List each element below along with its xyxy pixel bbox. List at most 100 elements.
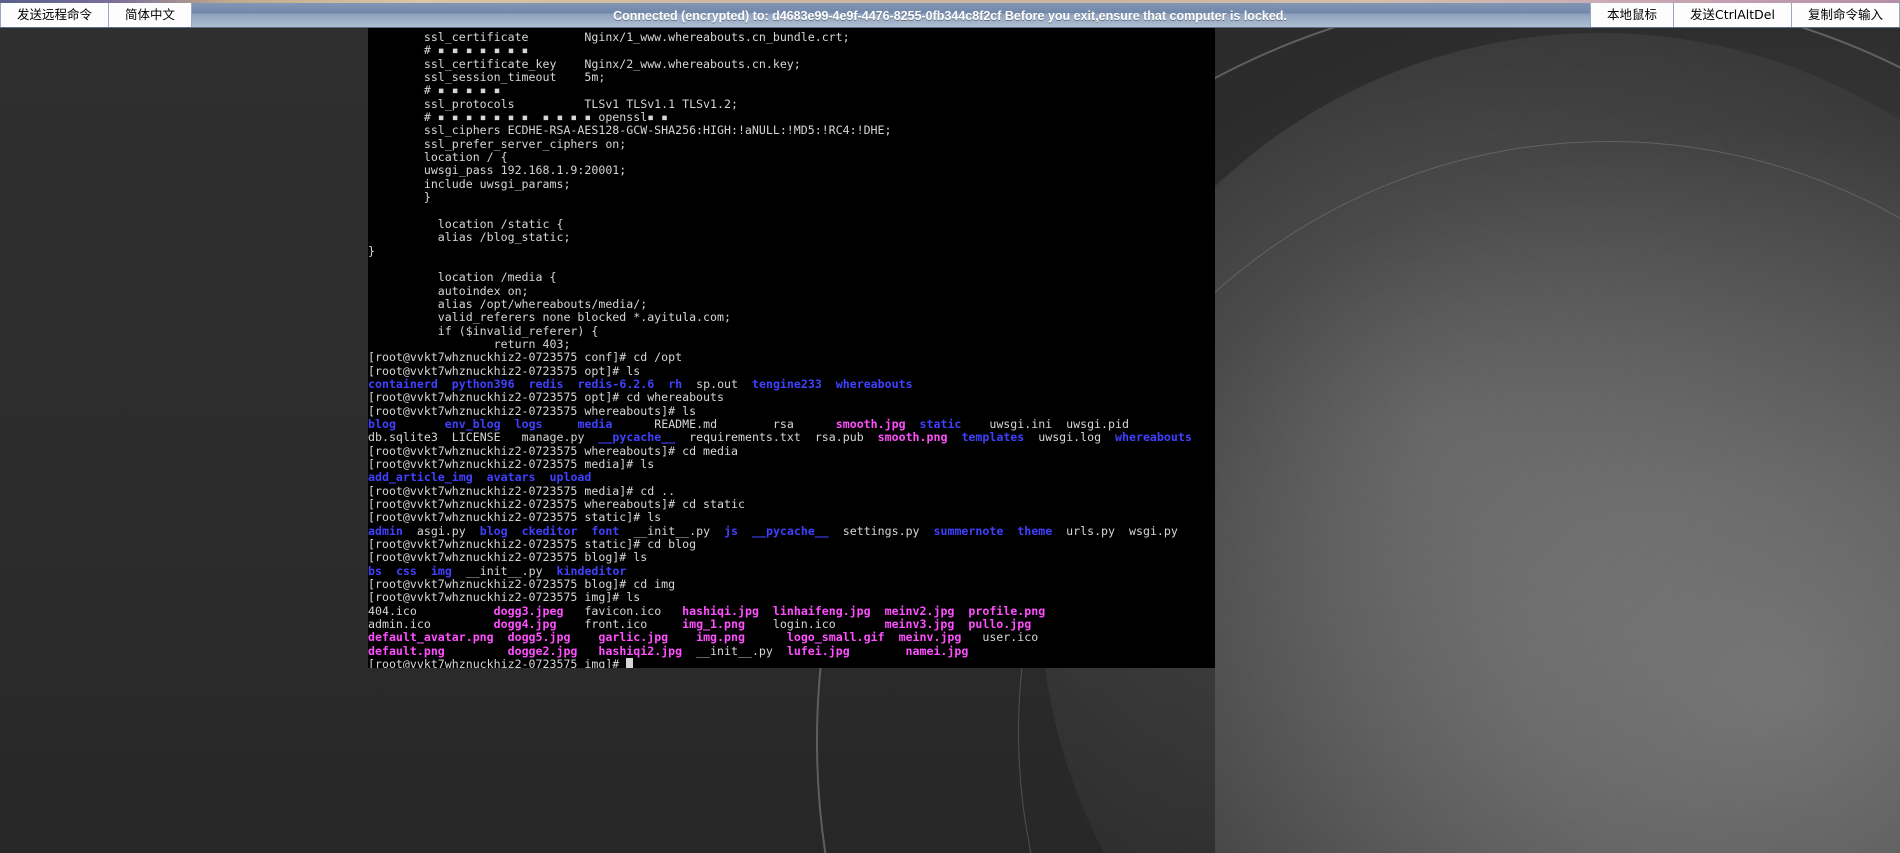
- directory-name: ckeditor: [521, 523, 578, 538]
- terminal-text: [root@vvkt7whznuckhiz2-0723575 whereabou…: [368, 443, 738, 458]
- terminal-text: login.ico: [772, 617, 836, 632]
- terminal-text: location /static {: [368, 216, 564, 231]
- terminal-text: uwsgi.pid: [1066, 416, 1129, 431]
- terminal-text: manage.py: [521, 430, 585, 445]
- toolbar-right-group: 本地鼠标 发送CtrlAltDel 复制命令输入: [1590, 0, 1900, 27]
- terminal-text: __init__.py: [696, 643, 773, 658]
- terminal-text: if ($invalid_referer) {: [368, 323, 599, 338]
- terminal-text: __init__.py: [465, 563, 543, 578]
- terminal-text: [root@vvkt7whznuckhiz2-0723575 img]#: [368, 657, 627, 668]
- terminal-text: # ▪ ▪ ▪ ▪ ▪ ▪ ▪: [368, 43, 529, 58]
- directory-name: summernote: [933, 523, 1004, 538]
- terminal-line: alias /opt/whereabouts/media/;: [368, 297, 1215, 311]
- directory-name: css: [395, 563, 417, 578]
- remote-session-toolbar: 发送远程命令 简体中文 Connected (encrypted) to: d4…: [0, 0, 1900, 28]
- terminal-text: admin.ico: [368, 617, 431, 632]
- image-file-name: logo_small.gif: [786, 630, 885, 645]
- terminal-line: uwsgi_pass 192.168.1.9:20001;: [368, 164, 1215, 177]
- terminal-window[interactable]: ssl_certificate Nginx/1_www.whereabouts.…: [368, 28, 1215, 668]
- image-file-name: dogg3.jpeg: [493, 603, 564, 618]
- directory-name: python396: [451, 376, 515, 391]
- terminal-text: [root@vvkt7whznuckhiz2-0723575 blog]# ls: [368, 550, 648, 565]
- terminal-text: asgi.py: [416, 523, 466, 538]
- directory-name: kindeditor: [556, 563, 627, 578]
- terminal-text: 404.ico: [368, 603, 417, 618]
- terminal-text: db.sqlite3: [368, 430, 438, 445]
- terminal-line: location /media {: [368, 271, 1215, 284]
- terminal-line: 404.ico dogg3.jpeg favicon.ico hashiqi.j…: [368, 603, 1215, 618]
- directory-name: templates: [961, 430, 1025, 445]
- send-ctrl-alt-del-button[interactable]: 发送CtrlAltDel: [1674, 3, 1792, 27]
- image-file-name: default.png: [368, 643, 445, 658]
- directory-name: js: [724, 523, 739, 538]
- terminal-text: [root@vvkt7whznuckhiz2-0723575 blog]# cd…: [368, 577, 676, 592]
- directory-name: whereabouts: [1115, 430, 1192, 445]
- terminal-text: include uwsgi_params;: [368, 176, 571, 191]
- terminal-line: [root@vvkt7whznuckhiz2-0723575 img]#: [368, 657, 1215, 668]
- language-selector-button[interactable]: 简体中文: [109, 3, 193, 27]
- terminal-text: # ▪ ▪ ▪ ▪ ▪: [368, 83, 501, 98]
- terminal-line: blog env_blog logs media README.md rsa s…: [368, 416, 1215, 431]
- directory-name: redis-6.2.6: [577, 376, 655, 391]
- terminal-text: alias /blog_static;: [368, 230, 571, 245]
- directory-name: blog: [368, 416, 396, 431]
- send-remote-command-button[interactable]: 发送远程命令: [0, 3, 110, 27]
- terminal-line: ssl_protocols TLSv1 TLSv1.1 TLSv1.2;: [368, 96, 1215, 111]
- terminal-line: autoindex on;: [368, 283, 1215, 298]
- terminal-line: default.png dogge2.jpg hashiqi2.jpg __in…: [368, 643, 1215, 658]
- terminal-line: default_avatar.png dogg5.jpg garlic.jpg …: [368, 631, 1215, 644]
- terminal-text: uwsgi.log: [1038, 430, 1102, 445]
- terminal-text: settings.py: [842, 523, 920, 538]
- terminal-text: }: [368, 190, 431, 205]
- image-file-name: namei.jpg: [905, 643, 969, 658]
- terminal-line: [root@vvkt7whznuckhiz2-0723575 blog]# ls: [368, 551, 1215, 564]
- terminal-line: [root@vvkt7whznuckhiz2-0723575 blog]# cd…: [368, 577, 1215, 592]
- terminal-text: urls.py: [1066, 523, 1116, 538]
- directory-name: bs: [368, 563, 382, 578]
- terminal-text: requirements.txt: [689, 430, 801, 445]
- terminal-line: db.sqlite3 LICENSE manage.py __pycache__…: [368, 431, 1215, 444]
- image-file-name: meinv3.jpg: [884, 617, 955, 632]
- terminal-text: [root@vvkt7whznuckhiz2-0723575 conf]# cd…: [368, 350, 683, 365]
- directory-name: logs: [514, 416, 543, 431]
- terminal-text: rsa: [772, 416, 794, 431]
- local-mouse-button[interactable]: 本地鼠标: [1590, 3, 1675, 27]
- terminal-text: ssl_protocols TLSv1 TLSv1.1 TLSv1.2;: [368, 96, 738, 111]
- terminal-text: LICENSE: [451, 430, 501, 445]
- terminal-text: autoindex on;: [368, 283, 529, 298]
- image-file-name: smooth.jpg: [835, 416, 906, 431]
- terminal-line: # ▪ ▪ ▪ ▪ ▪ ▪ ▪ ▪ ▪ ▪ ▪ openssl▪ ▪: [368, 110, 1215, 124]
- image-file-name: dogg5.jpg: [507, 630, 571, 645]
- copy-command-input-button[interactable]: 复制命令输入: [1791, 3, 1900, 27]
- image-file-name: hashiqi2.jpg: [598, 643, 683, 658]
- terminal-line: if ($invalid_referer) {: [368, 323, 1215, 338]
- image-file-name: hashiqi.jpg: [682, 603, 759, 618]
- directory-name: static: [919, 416, 962, 431]
